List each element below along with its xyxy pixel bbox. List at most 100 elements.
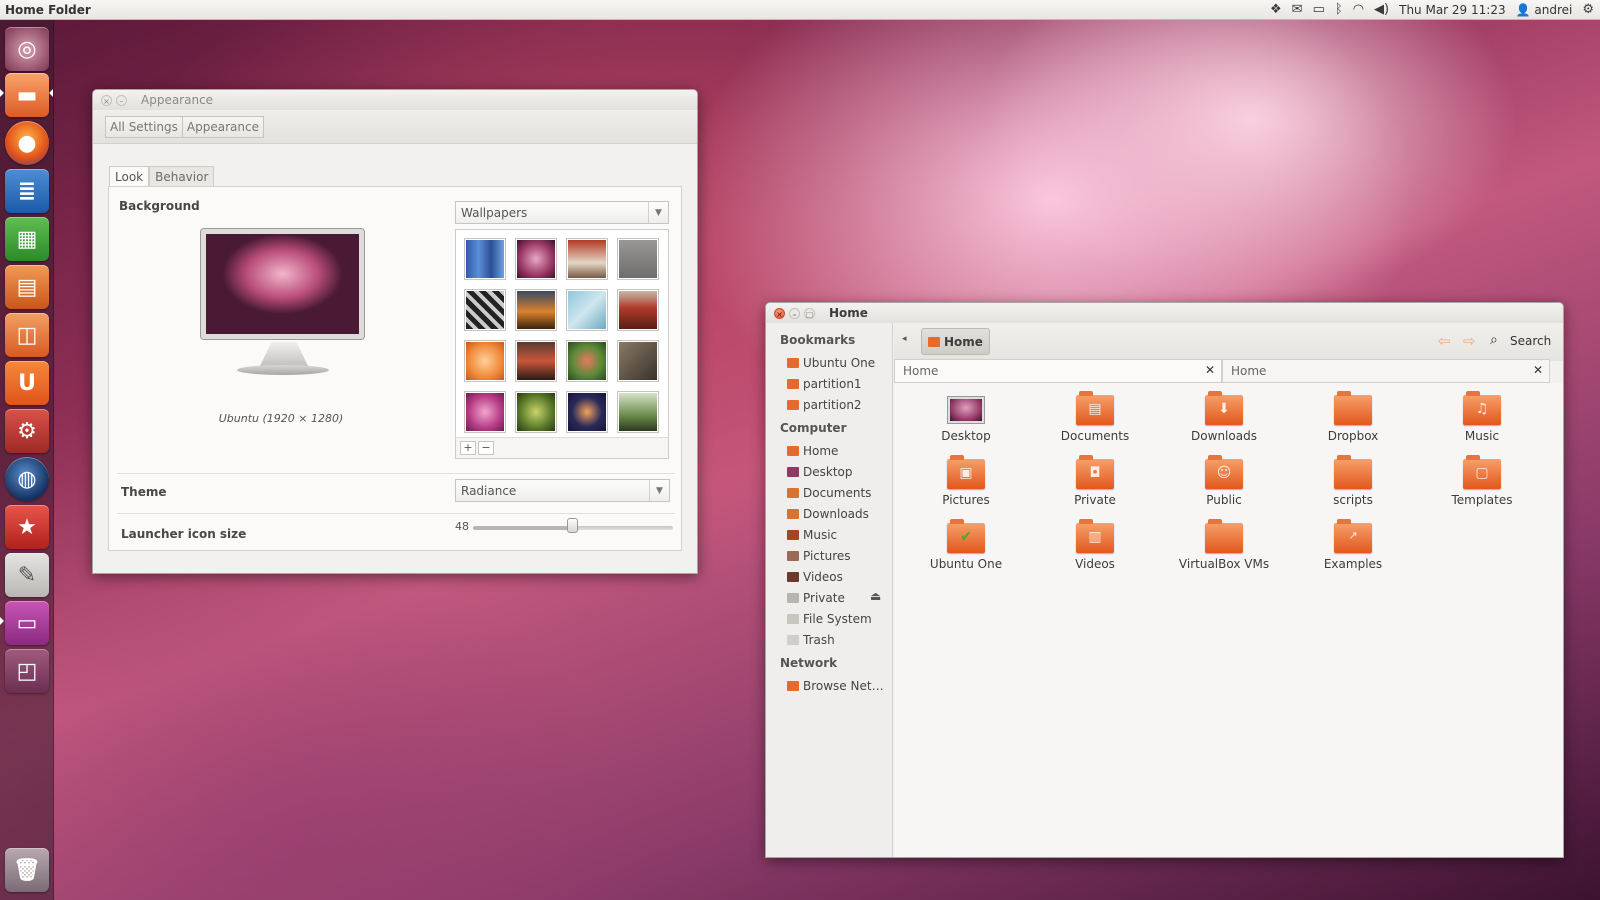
dash-button[interactable]: ◎ xyxy=(5,27,49,71)
file-item-pictures[interactable]: ▣ Pictures xyxy=(911,455,1021,507)
remove-wallpaper-button[interactable]: − xyxy=(478,441,494,455)
slider-handle[interactable] xyxy=(567,518,578,533)
launcher-trash[interactable]: 🗑 xyxy=(5,848,49,892)
wallpaper-thumb[interactable] xyxy=(618,392,658,432)
launcher-firefox[interactable]: ● xyxy=(5,121,49,165)
wallpaper-thumb[interactable] xyxy=(567,392,607,432)
close-button[interactable]: × xyxy=(774,307,785,319)
sidebar-item-documents[interactable]: Documents xyxy=(787,486,892,500)
launcher-text-editor[interactable]: ✎ xyxy=(5,553,49,597)
file-item-videos[interactable]: ▥ Videos xyxy=(1040,519,1150,571)
launcher-app-store[interactable]: ★ xyxy=(5,505,49,549)
user-menu[interactable]: 👤 andrei xyxy=(1516,3,1573,17)
session-gear-icon[interactable]: ⚙ xyxy=(1582,3,1594,16)
wallpaper-thumb[interactable] xyxy=(618,290,658,330)
folder-icon xyxy=(787,379,799,389)
launcher-impress[interactable]: ▤ xyxy=(5,265,49,309)
launcher-writer[interactable]: ≣ xyxy=(5,169,49,213)
sidebar-item-label: Desktop xyxy=(803,465,853,479)
launcher-software-center[interactable]: ◫ xyxy=(5,313,49,357)
appearance-titlebar[interactable]: × – Appearance xyxy=(93,90,697,110)
tab-look[interactable]: Look xyxy=(109,166,150,187)
path-back-arrow-icon[interactable]: ◂ xyxy=(902,334,907,344)
wallpaper-thumb[interactable] xyxy=(465,239,505,279)
sidebar-item-label: Trash xyxy=(803,633,835,647)
wallpaper-toolbar: + − xyxy=(455,437,669,459)
home-titlebar[interactable]: × – □ Home xyxy=(766,303,1563,323)
launcher-ubuntu-one[interactable]: U xyxy=(5,361,49,405)
file-item-examples[interactable]: ↗ Examples xyxy=(1298,519,1408,571)
maximize-button[interactable]: □ xyxy=(804,307,815,319)
sidebar-item-file-system[interactable]: File System xyxy=(787,612,892,626)
close-icon[interactable]: ✕ xyxy=(1205,363,1215,377)
sidebar-item-pictures[interactable]: Pictures xyxy=(787,549,892,563)
launcher-calc[interactable]: ▦ xyxy=(5,217,49,261)
file-item-ubuntu-one[interactable]: ✔ Ubuntu One xyxy=(911,519,1021,571)
close-button[interactable]: × xyxy=(101,94,112,106)
file-item-virtualbox-vms[interactable]: VirtualBox VMs xyxy=(1169,519,1279,571)
back-arrow-icon[interactable]: ⇦ xyxy=(1438,332,1451,350)
top-panel: Home Folder ❖ ✉ ▭ ᛒ ◠ ◀) Thu Mar 29 11:2… xyxy=(0,0,1600,20)
wallpaper-thumb[interactable] xyxy=(465,392,505,432)
sidebar-item-partition2[interactable]: partition2 xyxy=(787,398,892,412)
mail-icon[interactable]: ✉ xyxy=(1292,3,1303,16)
wallpaper-thumb[interactable] xyxy=(516,392,556,432)
wallpaper-thumb[interactable] xyxy=(567,290,607,330)
clock[interactable]: Thu Mar 29 11:23 xyxy=(1399,3,1505,17)
tab-home-2[interactable]: Home ✕ xyxy=(1222,359,1550,383)
file-item-music[interactable]: ♫ Music xyxy=(1427,391,1537,443)
minimize-button[interactable]: – xyxy=(789,307,800,319)
forward-arrow-icon[interactable]: ⇨ xyxy=(1463,332,1476,350)
sidebar-item-music[interactable]: Music xyxy=(787,528,892,542)
sidebar-item-home[interactable]: Home xyxy=(787,444,892,458)
sidebar-item-ubuntu-one[interactable]: Ubuntu One xyxy=(787,356,892,370)
launcher-workspace-switcher[interactable]: ◰ xyxy=(5,649,49,693)
eject-icon[interactable]: ⏏ xyxy=(870,589,881,603)
wallpaper-thumb[interactable] xyxy=(618,239,658,279)
bluetooth-icon[interactable]: ᛒ xyxy=(1335,3,1343,16)
launcher-system-settings[interactable]: ⚙ xyxy=(5,409,49,453)
sidebar-item-partition1[interactable]: partition1 xyxy=(787,377,892,391)
file-item-downloads[interactable]: ⬇ Downloads xyxy=(1169,391,1279,443)
breadcrumb-all-settings[interactable]: All Settings xyxy=(105,115,183,138)
file-item-scripts[interactable]: scripts xyxy=(1298,455,1408,507)
theme-dropdown[interactable]: Radiance ▼ xyxy=(455,479,670,502)
add-wallpaper-button[interactable]: + xyxy=(460,441,476,455)
tab-behavior[interactable]: Behavior xyxy=(149,166,215,187)
wallpaper-thumb[interactable] xyxy=(465,290,505,330)
sidebar-item-downloads[interactable]: Downloads xyxy=(787,507,892,521)
file-item-private[interactable]: ◘ Private xyxy=(1040,455,1150,507)
tab-home-1[interactable]: Home ✕ xyxy=(894,359,1222,383)
wallpaper-thumb[interactable] xyxy=(618,341,658,381)
sidebar-item-trash[interactable]: Trash xyxy=(787,633,892,647)
launcher-globe-app[interactable]: ◍ xyxy=(5,457,49,501)
file-item-templates[interactable]: ▢ Templates xyxy=(1427,455,1537,507)
wallpaper-thumb[interactable] xyxy=(516,290,556,330)
background-source-dropdown[interactable]: Wallpapers ▼ xyxy=(455,201,669,224)
wallpaper-thumb[interactable] xyxy=(516,341,556,381)
battery-icon[interactable]: ▭ xyxy=(1313,3,1325,16)
breadcrumb-appearance[interactable]: Appearance xyxy=(182,115,264,138)
launcher-appearance[interactable]: ▭ xyxy=(5,601,49,645)
launcher-files[interactable]: ▬ xyxy=(5,73,49,117)
dropbox-icon[interactable]: ❖ xyxy=(1270,3,1282,16)
search-icon[interactable]: ⌕ xyxy=(1490,332,1498,348)
wifi-icon[interactable]: ◠ xyxy=(1353,3,1364,16)
file-item-public[interactable]: ☺ Public xyxy=(1169,455,1279,507)
sidebar-item-videos[interactable]: Videos xyxy=(787,570,892,584)
wallpaper-thumb[interactable] xyxy=(465,341,505,381)
wallpaper-thumb[interactable] xyxy=(567,239,607,279)
wallpaper-thumb[interactable] xyxy=(516,239,556,279)
path-button-home[interactable]: Home xyxy=(921,328,990,355)
file-item-dropbox[interactable]: Dropbox xyxy=(1298,391,1408,443)
sidebar-item-desktop[interactable]: Desktop xyxy=(787,465,892,479)
volume-icon[interactable]: ◀) xyxy=(1374,3,1389,16)
wallpaper-thumb[interactable] xyxy=(567,341,607,381)
close-icon[interactable]: ✕ xyxy=(1533,363,1543,377)
sidebar-item-browse-network[interactable]: Browse Net… xyxy=(787,679,892,693)
search-button[interactable]: Search xyxy=(1510,334,1551,348)
minimize-button[interactable]: – xyxy=(116,94,127,106)
file-item-documents[interactable]: ▤ Documents xyxy=(1040,391,1150,443)
file-item-desktop[interactable]: Desktop xyxy=(911,395,1021,443)
templates-folder-icon: ▢ xyxy=(1463,455,1501,489)
